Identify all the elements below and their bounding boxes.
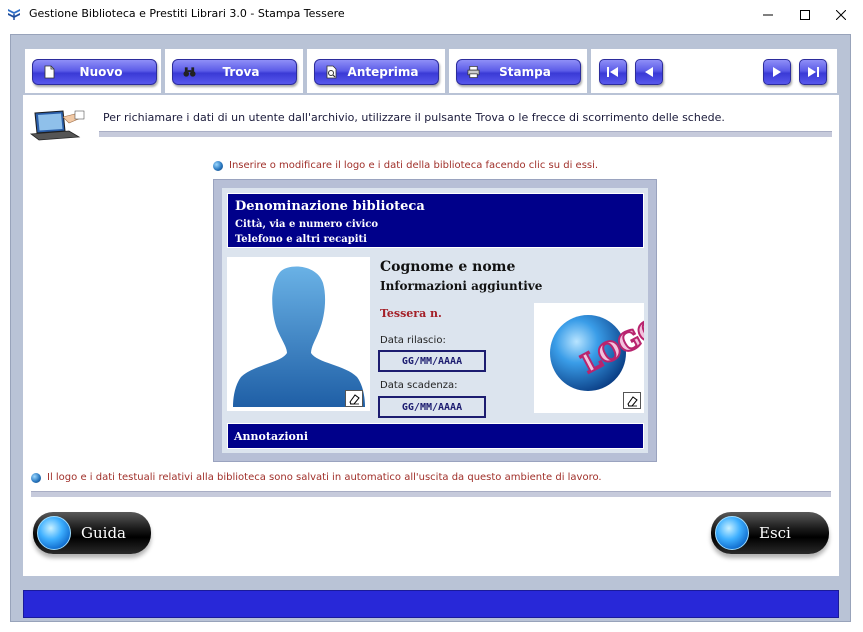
printer-icon (467, 66, 480, 78)
close-button[interactable] (822, 0, 860, 29)
card-body: Denominazione biblioteca Città, via e nu… (222, 188, 648, 453)
notes-label: Annotazioni (234, 429, 309, 443)
help-button[interactable]: Guida (33, 512, 151, 554)
maximize-button[interactable] (786, 0, 824, 29)
previous-record-icon (645, 67, 653, 77)
bullet-icon (213, 160, 223, 171)
print-button-label: Stampa (499, 65, 551, 79)
new-button[interactable]: Nuovo (32, 59, 157, 85)
window-title: Gestione Biblioteca e Prestiti Librari 3… (29, 7, 345, 20)
maximize-icon (800, 9, 810, 20)
content-panel: Nuovo Trova Anteprima Stampa Per richiam… (23, 47, 839, 618)
toolbar-cell: Nuovo (25, 49, 161, 93)
user-photo[interactable] (227, 257, 370, 411)
library-address[interactable]: Città, via e numero civico (235, 219, 378, 230)
hint-top: Inserire o modificare il logo e i dati d… (213, 160, 598, 171)
info-text: Per richiamare i dati di un utente dall'… (103, 111, 725, 124)
edit-logo-button[interactable] (623, 392, 641, 409)
preview-icon (326, 65, 337, 79)
first-record-icon (607, 67, 618, 77)
library-phone[interactable]: Telefono e altri recapiti (235, 234, 367, 245)
preview-button-label: Anteprima (347, 65, 419, 79)
last-record-button[interactable] (799, 59, 827, 85)
hint-bottom: Il logo e i dati testuali relativi alla … (31, 472, 602, 483)
previous-record-button[interactable] (635, 59, 663, 85)
library-logo[interactable]: LOGO (534, 303, 644, 413)
person-name: Cognome e nome (380, 259, 516, 275)
new-button-label: Nuovo (79, 65, 123, 79)
hint-top-text: Inserire o modificare il logo e i dati d… (229, 160, 599, 171)
toolbar-cell: Anteprima (307, 49, 445, 93)
title-bar: Gestione Biblioteca e Prestiti Librari 3… (0, 0, 863, 29)
print-button[interactable]: Stampa (456, 59, 581, 85)
orb-icon (715, 516, 749, 550)
library-name[interactable]: Denominazione biblioteca (235, 199, 425, 214)
expiry-date-field: GG/MM/AAAA (378, 396, 486, 418)
status-bar (23, 590, 839, 618)
book-stack-icon (8, 9, 20, 20)
minimize-button[interactable] (749, 0, 787, 29)
eraser-icon (627, 395, 638, 406)
issue-date-label: Data rilascio: (380, 335, 446, 346)
last-record-icon (808, 67, 819, 77)
find-button-label: Trova (222, 65, 260, 79)
find-button[interactable]: Trova (172, 59, 297, 85)
close-icon (836, 9, 846, 20)
main-frame: Nuovo Trova Anteprima Stampa Per richiam… (10, 34, 851, 622)
divider (31, 491, 831, 497)
exit-button-label: Esci (759, 524, 791, 542)
toolbar-nav-cell (591, 49, 837, 93)
hint-bottom-text: Il logo e i dati testuali relativi alla … (47, 472, 602, 483)
library-card: Denominazione biblioteca Città, via e nu… (213, 179, 657, 462)
minimize-icon (763, 14, 773, 15)
bullet-icon (31, 472, 41, 483)
binoculars-icon (183, 67, 196, 77)
toolbar: Nuovo Trova Anteprima Stampa (23, 47, 839, 95)
card-header[interactable]: Denominazione biblioteca Città, via e nu… (227, 193, 644, 248)
person-info: Informazioni aggiuntive (380, 279, 543, 293)
first-record-button[interactable] (599, 59, 627, 85)
laptop-hand-icon (29, 110, 85, 141)
issue-date-field: GG/MM/AAAA (378, 350, 486, 372)
toolbar-cell: Stampa (449, 49, 587, 93)
next-record-icon (773, 67, 781, 77)
card-number-label: Tessera n. (380, 307, 442, 320)
exit-button[interactable]: Esci (711, 512, 829, 554)
next-record-button[interactable] (763, 59, 791, 85)
person-silhouette-icon (233, 266, 365, 407)
preview-button[interactable]: Anteprima (314, 59, 439, 85)
toolbar-cell: Trova (165, 49, 303, 93)
notes-bar[interactable]: Annotazioni (227, 423, 644, 449)
expiry-date-label: Data scadenza: (380, 380, 458, 391)
new-document-icon (44, 65, 55, 79)
edit-photo-button[interactable] (345, 390, 363, 407)
orb-icon (37, 516, 71, 550)
divider (99, 131, 832, 137)
eraser-icon (349, 393, 360, 404)
help-button-label: Guida (81, 524, 126, 542)
